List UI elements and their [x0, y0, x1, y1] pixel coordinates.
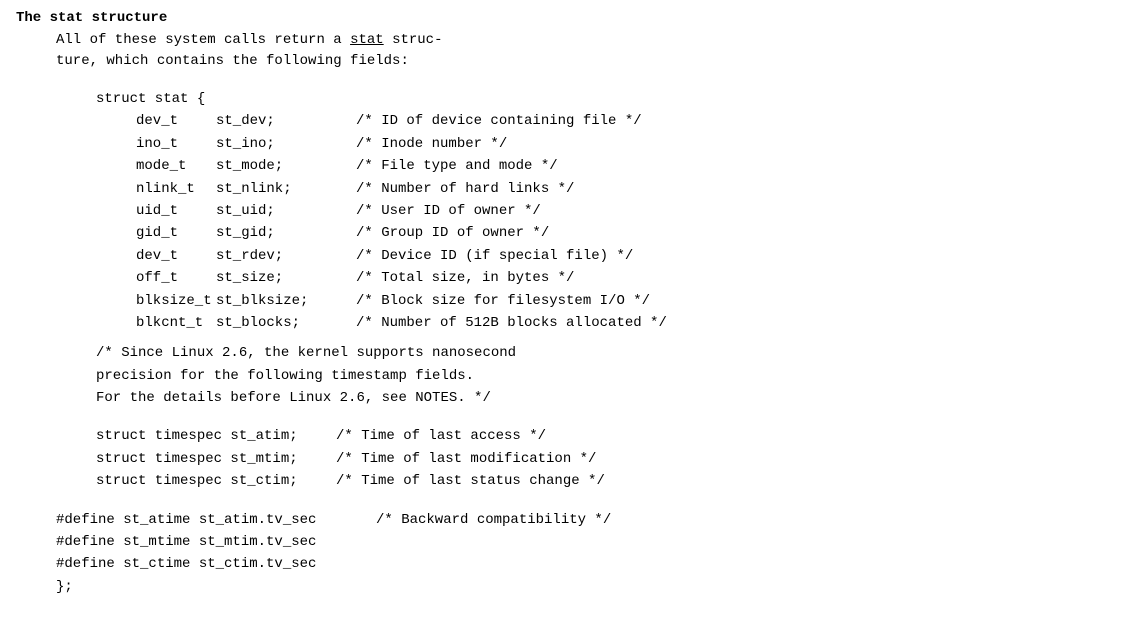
field-name: st_nlink;: [216, 178, 356, 200]
stat-keyword: stat: [350, 32, 384, 48]
field-type: ino_t: [136, 133, 216, 155]
field-type: gid_t: [136, 222, 216, 244]
struct-field-row: dev_tst_dev;/* ID of device containing f…: [136, 110, 1105, 132]
timespec-decl: struct timespec st_atim;: [96, 425, 336, 447]
field-comment: /* ID of device containing file */: [356, 110, 642, 132]
timespec-decl: struct timespec st_ctim;: [96, 470, 336, 492]
intro-line2: ture, which contains the following field…: [56, 53, 409, 69]
field-comment: /* Inode number */: [356, 133, 507, 155]
struct-field-row: off_tst_size;/* Total size, in bytes */: [136, 267, 1105, 289]
section-title: The stat structure: [16, 10, 1105, 26]
define-row: #define st_ctime st_ctim.tv_sec: [56, 553, 1105, 575]
field-name: st_blocks;: [216, 312, 356, 334]
struct-field-row: ino_tst_ino;/* Inode number */: [136, 133, 1105, 155]
field-name: st_gid;: [216, 222, 356, 244]
define-block: #define st_atime st_atim.tv_sec/* Backwa…: [56, 509, 1105, 599]
field-comment: /* Number of hard links */: [356, 178, 574, 200]
field-type: off_t: [136, 267, 216, 289]
field-comment: /* Block size for filesystem I/O */: [356, 290, 650, 312]
struct-field-row: mode_tst_mode;/* File type and mode */: [136, 155, 1105, 177]
define-row: #define st_atime st_atim.tv_sec/* Backwa…: [56, 509, 1105, 531]
define-row: };: [56, 576, 1105, 598]
struct-field-row: blksize_tst_blksize;/* Block size for fi…: [136, 290, 1105, 312]
field-name: st_blksize;: [216, 290, 356, 312]
intro-paragraph: All of these system calls return a stat …: [56, 30, 1105, 72]
struct-field-row: blkcnt_tst_blocks;/* Number of 512B bloc…: [136, 312, 1105, 334]
define-row: #define st_mtime st_mtim.tv_sec: [56, 531, 1105, 553]
timespec-decl: struct timespec st_mtim;: [96, 448, 336, 470]
field-type: blksize_t: [136, 290, 216, 312]
field-name: st_dev;: [216, 110, 356, 132]
field-name: st_uid;: [216, 200, 356, 222]
field-name: st_ino;: [216, 133, 356, 155]
timespec-comment: /* Time of last modification */: [336, 448, 596, 470]
timespec-comment: /* Time of last status change */: [336, 470, 605, 492]
define-decl: #define st_atime st_atim.tv_sec: [56, 509, 376, 531]
field-type: uid_t: [136, 200, 216, 222]
timespec-field-row: struct timespec st_ctim;/* Time of last …: [96, 470, 1105, 492]
field-comment: /* Number of 512B blocks allocated */: [356, 312, 667, 334]
field-comment: /* Device ID (if special file) */: [356, 245, 633, 267]
field-type: blkcnt_t: [136, 312, 216, 334]
define-comment: /* Backward compatibility */: [376, 512, 611, 528]
field-comment: /* Group ID of owner */: [356, 222, 549, 244]
field-name: st_mode;: [216, 155, 356, 177]
intro-line1-end: struc-: [384, 32, 443, 48]
struct-field-row: uid_tst_uid;/* User ID of owner */: [136, 200, 1105, 222]
field-type: mode_t: [136, 155, 216, 177]
nano-comment-line2: precision for the following timestamp fi…: [96, 365, 516, 387]
timespec-block: struct timespec st_atim;/* Time of last …: [96, 425, 1105, 492]
timespec-comment: /* Time of last access */: [336, 425, 546, 447]
field-name: st_size;: [216, 267, 356, 289]
struct-field-row: nlink_tst_nlink;/* Number of hard links …: [136, 178, 1105, 200]
field-type: dev_t: [136, 245, 216, 267]
field-type: dev_t: [136, 110, 216, 132]
nano-comment-line1: /* Since Linux 2.6, the kernel supports …: [96, 342, 516, 364]
struct-field-row: gid_tst_gid;/* Group ID of owner */: [136, 222, 1105, 244]
field-comment: /* File type and mode */: [356, 155, 558, 177]
struct-block: struct stat { dev_tst_dev;/* ID of devic…: [96, 88, 1105, 409]
struct-open: struct stat {: [96, 88, 1105, 110]
field-name: st_rdev;: [216, 245, 356, 267]
struct-field-row: dev_tst_rdev;/* Device ID (if special fi…: [136, 245, 1105, 267]
field-comment: /* User ID of owner */: [356, 200, 541, 222]
field-comment: /* Total size, in bytes */: [356, 267, 574, 289]
timespec-field-row: struct timespec st_mtim;/* Time of last …: [96, 448, 1105, 470]
struct-fields: dev_tst_dev;/* ID of device containing f…: [136, 110, 1105, 334]
field-type: nlink_t: [136, 178, 216, 200]
intro-line1-start: All of these system calls return a: [56, 32, 350, 48]
nano-comment-line3: For the details before Linux 2.6, see NO…: [96, 387, 516, 409]
nanosecond-comment: /* Since Linux 2.6, the kernel supports …: [96, 342, 516, 409]
timespec-field-row: struct timespec st_atim;/* Time of last …: [96, 425, 1105, 447]
